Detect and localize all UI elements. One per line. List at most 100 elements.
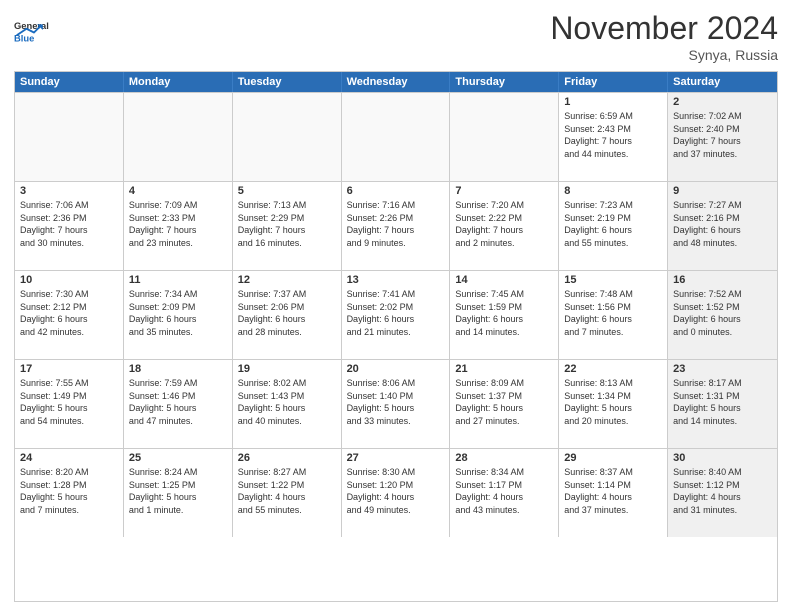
day-info: Sunrise: 7:13 AM Sunset: 2:29 PM Dayligh… [238,199,336,249]
day-number: 21 [455,363,553,375]
day-cell-12: 12Sunrise: 7:37 AM Sunset: 2:06 PM Dayli… [233,271,342,359]
day-number: 30 [673,452,772,464]
day-number: 11 [129,274,227,286]
header-day-tuesday: Tuesday [233,72,342,92]
calendar: SundayMondayTuesdayWednesdayThursdayFrid… [14,71,778,602]
day-cell-14: 14 Sunrise: 7:45 AM Sunset: 1:59 PM Dayli… [450,271,559,359]
empty-cell-0-3 [342,93,451,181]
day-number: 18 [129,363,227,375]
logo: General Blue [14,10,64,50]
empty-cell-0-4 [450,93,559,181]
day-cell-7: 7 Sunrise: 7:20 AM Sunset: 2:22 PM Daylig… [450,182,559,270]
svg-text:General: General [14,21,49,31]
day-info: Sunrise: 8:06 AM Sunset: 1:40 PM Dayligh… [347,377,445,427]
day-number: 24 [20,452,118,464]
svg-text:Blue: Blue [14,33,34,43]
day-info: Sunrise: 8:13 AM Sunset: 1:34 PM Dayligh… [564,377,662,427]
empty-cell-0-0 [15,93,124,181]
day-number: 2 [673,96,772,108]
day-info: Sunrise: 7:48 AM Sunset: 1:56 PM Dayligh… [564,288,662,338]
day-cell-19: 19 Sunrise: 8:02 AM Sunset: 1:43 PM Dayli… [233,360,342,448]
day-info: Sunrise: 8:37 AM Sunset: 1:14 PM Dayligh… [564,466,662,516]
day-cell-1: 1 Sunrise: 6:59 AM Sunset: 2:43 PM Daylig… [559,93,668,181]
day-number: 15 [564,274,662,286]
day-info: Sunrise: 7:09 AM Sunset: 2:33 PM Dayligh… [129,199,227,249]
day-info: Sunrise: 7:52 AM Sunset: 1:52 PM Dayligh… [673,288,772,338]
day-info: Sunrise: 7:34 AM Sunset: 2:09 PM Dayligh… [129,288,227,338]
day-info: Sunrise: 8:17 AM Sunset: 1:31 PM Dayligh… [673,377,772,427]
day-cell-5: 5Sunrise: 7:13 AM Sunset: 2:29 PM Daylig… [233,182,342,270]
day-number: 12 [238,274,336,286]
day-info: Sunrise: 7:41 AM Sunset: 2:02 PM Dayligh… [347,288,445,338]
day-number: 16 [673,274,772,286]
day-cell-28: 28 Sunrise: 8:34 AM Sunset: 1:17 PM Dayli… [450,449,559,537]
day-info: Sunrise: 7:02 AM Sunset: 2:40 PM Dayligh… [673,110,772,160]
day-cell-11: 11 Sunrise: 7:34 AM Sunset: 2:09 PM Dayli… [124,271,233,359]
day-cell-10: 10 Sunrise: 7:30 AM Sunset: 2:12 PM Dayli… [15,271,124,359]
day-number: 22 [564,363,662,375]
day-info: Sunrise: 7:20 AM Sunset: 2:22 PM Dayligh… [455,199,553,249]
day-cell-16: 16 Sunrise: 7:52 AM Sunset: 1:52 PM Dayli… [668,271,777,359]
header-day-friday: Friday [559,72,668,92]
day-number: 7 [455,185,553,197]
day-info: Sunrise: 7:55 AM Sunset: 1:49 PM Dayligh… [20,377,118,427]
empty-cell-0-1 [124,93,233,181]
page-header: General Blue November 2024 Synya, Russia [14,10,778,63]
calendar-row-0: 1 Sunrise: 6:59 AM Sunset: 2:43 PM Daylig… [15,92,777,181]
day-info: Sunrise: 8:40 AM Sunset: 1:12 PM Dayligh… [673,466,772,516]
calendar-row-1: 3 Sunrise: 7:06 AM Sunset: 2:36 PM Daylig… [15,181,777,270]
header-day-wednesday: Wednesday [342,72,451,92]
day-cell-30: 30 Sunrise: 8:40 AM Sunset: 1:12 PM Dayli… [668,449,777,537]
day-number: 6 [347,185,445,197]
day-cell-23: 23 Sunrise: 8:17 AM Sunset: 1:31 PM Dayli… [668,360,777,448]
day-info: Sunrise: 8:20 AM Sunset: 1:28 PM Dayligh… [20,466,118,516]
header-day-sunday: Sunday [15,72,124,92]
calendar-body: 1 Sunrise: 6:59 AM Sunset: 2:43 PM Daylig… [15,92,777,537]
header-day-thursday: Thursday [450,72,559,92]
day-number: 26 [238,452,336,464]
day-number: 23 [673,363,772,375]
day-cell-13: 13 Sunrise: 7:41 AM Sunset: 2:02 PM Dayli… [342,271,451,359]
day-number: 9 [673,185,772,197]
day-number: 28 [455,452,553,464]
day-info: Sunrise: 8:27 AM Sunset: 1:22 PM Dayligh… [238,466,336,516]
day-cell-3: 3 Sunrise: 7:06 AM Sunset: 2:36 PM Daylig… [15,182,124,270]
day-number: 19 [238,363,336,375]
day-number: 1 [564,96,662,108]
day-cell-25: 25Sunrise: 8:24 AM Sunset: 1:25 PM Dayli… [124,449,233,537]
day-info: Sunrise: 7:23 AM Sunset: 2:19 PM Dayligh… [564,199,662,249]
day-cell-27: 27Sunrise: 8:30 AM Sunset: 1:20 PM Dayli… [342,449,451,537]
day-cell-29: 29 Sunrise: 8:37 AM Sunset: 1:14 PM Dayli… [559,449,668,537]
day-info: Sunrise: 6:59 AM Sunset: 2:43 PM Dayligh… [564,110,662,160]
day-cell-8: 8 Sunrise: 7:23 AM Sunset: 2:19 PM Daylig… [559,182,668,270]
calendar-header: SundayMondayTuesdayWednesdayThursdayFrid… [15,72,777,92]
day-number: 3 [20,185,118,197]
day-cell-20: 20 Sunrise: 8:06 AM Sunset: 1:40 PM Dayli… [342,360,451,448]
day-cell-26: 26 Sunrise: 8:27 AM Sunset: 1:22 PM Dayli… [233,449,342,537]
calendar-row-4: 24 Sunrise: 8:20 AM Sunset: 1:28 PM Dayli… [15,448,777,537]
day-info: Sunrise: 7:45 AM Sunset: 1:59 PM Dayligh… [455,288,553,338]
day-number: 29 [564,452,662,464]
day-cell-24: 24 Sunrise: 8:20 AM Sunset: 1:28 PM Dayli… [15,449,124,537]
day-info: Sunrise: 8:34 AM Sunset: 1:17 PM Dayligh… [455,466,553,516]
day-info: Sunrise: 7:16 AM Sunset: 2:26 PM Dayligh… [347,199,445,249]
day-number: 14 [455,274,553,286]
day-number: 13 [347,274,445,286]
day-cell-9: 9 Sunrise: 7:27 AM Sunset: 2:16 PM Daylig… [668,182,777,270]
day-number: 8 [564,185,662,197]
day-cell-6: 6 Sunrise: 7:16 AM Sunset: 2:26 PM Daylig… [342,182,451,270]
day-info: Sunrise: 7:30 AM Sunset: 2:12 PM Dayligh… [20,288,118,338]
day-info: Sunrise: 7:59 AM Sunset: 1:46 PM Dayligh… [129,377,227,427]
day-info: Sunrise: 7:06 AM Sunset: 2:36 PM Dayligh… [20,199,118,249]
day-info: Sunrise: 8:30 AM Sunset: 1:20 PM Dayligh… [347,466,445,516]
day-info: Sunrise: 8:02 AM Sunset: 1:43 PM Dayligh… [238,377,336,427]
day-number: 4 [129,185,227,197]
day-cell-15: 15 Sunrise: 7:48 AM Sunset: 1:56 PM Dayli… [559,271,668,359]
title-block: November 2024 Synya, Russia [550,10,778,63]
day-number: 10 [20,274,118,286]
location: Synya, Russia [550,47,778,63]
day-number: 20 [347,363,445,375]
day-info: Sunrise: 8:09 AM Sunset: 1:37 PM Dayligh… [455,377,553,427]
day-info: Sunrise: 7:27 AM Sunset: 2:16 PM Dayligh… [673,199,772,249]
day-number: 17 [20,363,118,375]
